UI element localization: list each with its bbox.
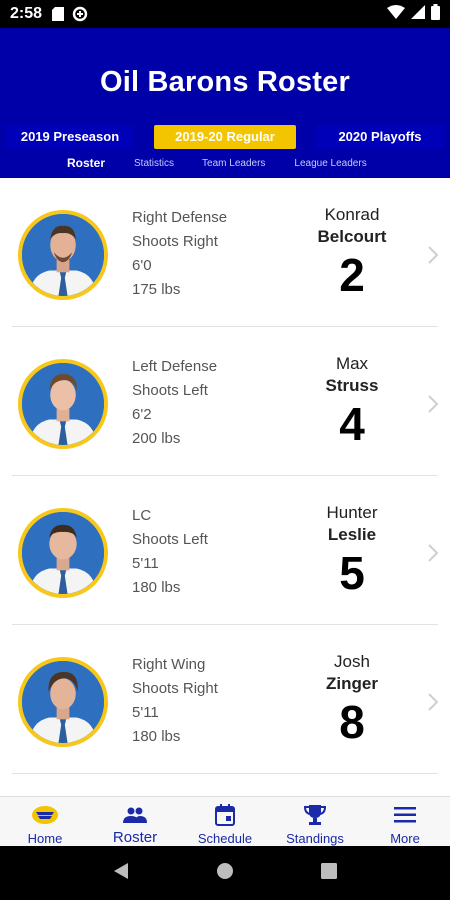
menu-icon (394, 803, 416, 827)
nav-roster-label: Roster (112, 829, 158, 846)
bottom-navigation: Home Roster Schedule Standings More (0, 796, 450, 846)
player-height: 6'0 (132, 257, 152, 274)
player-height: 5'11 (132, 555, 159, 572)
player-row[interactable]: LC Shoots Left 5'11 180 lbs Hunter Lesli… (12, 476, 439, 625)
chevron-right-icon (428, 393, 439, 419)
nav-standings[interactable]: Standings (270, 797, 360, 846)
page-title: Oil Barons Roster (100, 66, 350, 98)
nav-schedule-label: Schedule (197, 831, 253, 846)
team-logo-icon (31, 803, 59, 827)
status-time: 2:58 (10, 5, 43, 22)
nav-more-label: More (390, 831, 420, 846)
sd-card-icon (52, 7, 65, 21)
subnav-statistics[interactable]: Statistics (134, 158, 174, 169)
player-number: 5 (339, 547, 365, 599)
nav-standings-label: Standings (286, 831, 344, 846)
player-height: 6'2 (132, 406, 152, 423)
recents-icon[interactable] (320, 862, 337, 884)
player-weight: 180 lbs (132, 579, 181, 596)
player-name-block: Konrad Belcourt 2 (294, 204, 410, 302)
player-weight: 200 lbs (132, 430, 181, 447)
player-shoots: Shoots Left (132, 531, 208, 548)
player-shoots: Shoots Right (132, 680, 218, 697)
nav-home[interactable]: Home (0, 797, 90, 846)
player-row[interactable]: Right Defense Shoots Right 6'0 175 lbs K… (12, 178, 439, 327)
tab-2019-preseason[interactable]: 2019 Preseason (6, 125, 134, 149)
player-weight: 180 lbs (132, 728, 181, 745)
player-photo (18, 359, 108, 449)
player-name-block: Hunter Leslie 5 (294, 502, 410, 600)
sub-navigation: Roster Statistics Team Leaders League Le… (0, 156, 450, 170)
player-height: 5'11 (132, 704, 159, 721)
player-position: Right Wing (132, 656, 206, 673)
subnav-team-leaders[interactable]: Team Leaders (202, 158, 265, 169)
player-photo (18, 508, 108, 598)
back-icon[interactable] (113, 862, 129, 885)
player-details: LC Shoots Left 5'11 180 lbs (132, 504, 208, 600)
player-last-name: Leslie (327, 525, 377, 544)
player-position: LC (132, 507, 152, 524)
nav-home-label: Home (27, 831, 63, 846)
wifi-icon (387, 4, 405, 24)
player-shoots: Shoots Left (132, 382, 208, 399)
player-first-name: Hunter (326, 503, 378, 522)
player-first-name: Konrad (324, 205, 380, 224)
player-photo (18, 657, 108, 747)
player-name-block: Josh Zinger 8 (294, 651, 410, 749)
player-row[interactable]: Left Defense Shoots Left 6'2 200 lbs Max… (12, 327, 439, 476)
subnav-league-leaders[interactable]: League Leaders (294, 158, 366, 169)
player-position: Left Defense (132, 358, 218, 375)
roster-header: Oil Barons Roster 2019 Preseason 2019-20… (0, 28, 450, 178)
player-number: 4 (339, 398, 365, 450)
chevron-right-icon (428, 244, 439, 270)
player-first-name: Josh (334, 652, 370, 671)
home-circle-icon[interactable] (216, 862, 234, 885)
player-number: 8 (339, 696, 365, 748)
data-saver-icon (72, 6, 88, 22)
player-photo (18, 210, 108, 300)
player-weight: 175 lbs (132, 281, 181, 298)
season-tabs: 2019 Preseason 2019-20 Regular 2020 Play… (6, 125, 444, 149)
player-row[interactable]: Right Wing Shoots Right 5'11 180 lbs Jos… (12, 625, 439, 774)
player-position: Right Defense (132, 209, 228, 226)
battery-icon (431, 3, 440, 25)
tab-2020-playoffs[interactable]: 2020 Playoffs (316, 125, 444, 149)
player-last-name: Struss (325, 376, 379, 395)
chevron-right-icon (428, 691, 439, 717)
player-last-name: Zinger (326, 674, 378, 693)
player-details: Right Wing Shoots Right 5'11 180 lbs (132, 653, 218, 749)
people-icon (123, 803, 147, 827)
subnav-roster[interactable]: Roster (67, 156, 105, 170)
player-details: Right Defense Shoots Right 6'0 175 lbs (132, 206, 227, 302)
tab-2019-20-regular[interactable]: 2019-20 Regular (154, 125, 296, 149)
trophy-icon (304, 803, 326, 827)
nav-roster[interactable]: Roster (90, 797, 180, 846)
system-navigation-bar (0, 846, 450, 900)
player-details: Left Defense Shoots Left 6'2 200 lbs (132, 355, 217, 451)
chevron-right-icon (428, 542, 439, 568)
player-number: 2 (339, 249, 365, 301)
calendar-icon (215, 803, 235, 827)
player-first-name: Max (335, 354, 369, 373)
nav-more[interactable]: More (360, 797, 450, 846)
player-name-block: Max Struss 4 (294, 353, 410, 451)
signal-icon (411, 4, 425, 24)
status-bar: 2:58 (0, 0, 450, 28)
player-shoots: Shoots Right (132, 233, 218, 250)
player-list: Right Defense Shoots Right 6'0 175 lbs K… (0, 178, 450, 774)
nav-schedule[interactable]: Schedule (180, 797, 270, 846)
player-last-name: Belcourt (317, 227, 387, 246)
